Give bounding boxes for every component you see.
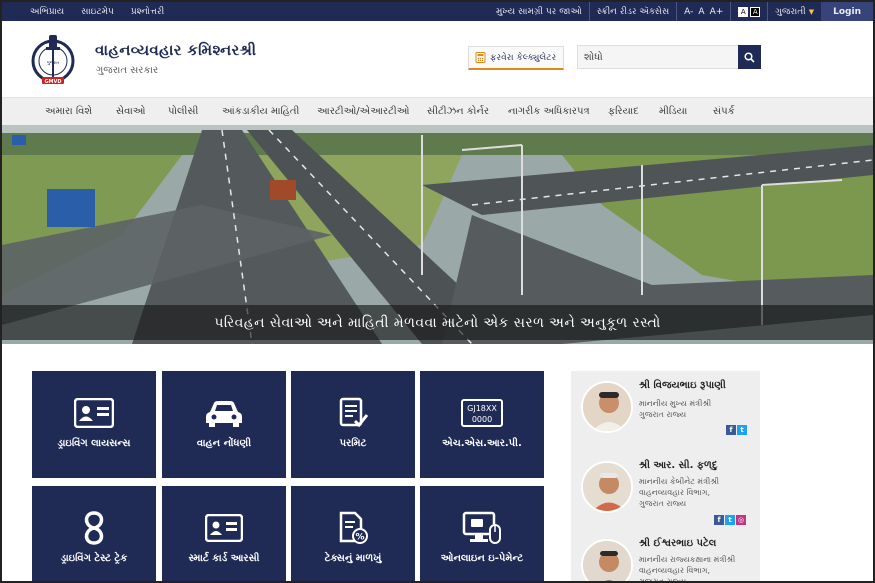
tile-label: સ્માર્ટ કાર્ડ આરસી <box>188 553 260 564</box>
hero-banner: પરિવહન સેવાઓ અને માહિતી મેળવવા માટેનો એક… <box>2 125 873 344</box>
instagram-icon[interactable]: ◎ <box>736 515 746 525</box>
top-utility-bar: અભિપ્રાય સાઇટમેપ પ્રશ્નોત્તરી મુખ્ય સામગ… <box>2 2 873 21</box>
ministers-panel: શ્રી વિજયભાઇ રૂપાણી માનનીય મુખ્ય મંત્રીશ… <box>571 371 760 583</box>
page-frame: અભિપ્રાય સાઇટમેપ પ્રશ્નોત્તરી મુખ્ય સામગ… <box>0 0 875 583</box>
minister-role: માનનીય કેબીનેટ મંત્રીશ્રી <box>639 477 720 486</box>
font-increase-button[interactable]: A+ <box>710 7 724 17</box>
tile-driving-license[interactable]: ડ્રાઇવિંગ લાયસન્સ <box>32 371 156 478</box>
facebook-icon[interactable]: f <box>726 425 736 435</box>
nav-item-contact[interactable]: સંપર્ક <box>713 106 735 117</box>
site-header: ગુજરાત GMVD વાહનવ્યવહાર કમિશ્નરશ્રી ગુજર… <box>2 21 873 97</box>
facebook-icon[interactable]: f <box>714 515 724 525</box>
minister-role: માનનીય મુખ્ય મંત્રીશ્રી <box>639 399 712 408</box>
search-placeholder: શોધો <box>584 51 603 63</box>
tax-calculator-button[interactable]: ફરવેરા કેલ્ક્યુલેટર <box>468 46 564 70</box>
nav-item-rto-arto[interactable]: આરટીઓ/એઆરટીઓ <box>317 106 410 117</box>
tile-smart-card-rc[interactable]: સ્માર્ટ કાર્ડ આરસી <box>162 486 286 581</box>
search-button[interactable] <box>738 45 761 69</box>
nav-item-citizen-corner[interactable]: સીટીઝન કોર્નર <box>427 106 489 117</box>
nav-item-statistics[interactable]: આંકડાકીય માહિતી <box>222 106 299 117</box>
minister-role: ગુજરાત રાજ્ય <box>639 410 687 419</box>
tile-tax-structure[interactable]: % ટેક્સનું માળખું <box>291 486 415 581</box>
minister-social-links: f t <box>726 425 747 435</box>
faq-link[interactable]: પ્રશ્નોત્તરી <box>131 7 164 17</box>
nav-item-services[interactable]: સેવાઓ <box>116 106 146 117</box>
tile-permit[interactable]: પરમિટ <box>291 371 415 478</box>
tile-online-payment[interactable]: ઓનલાઇન ઇ-પેમેન્ટ <box>420 486 544 581</box>
tile-label: વાહન નોંધણી <box>196 438 252 449</box>
feedback-link[interactable]: અભિપ્રાય <box>30 7 64 17</box>
tax-document-icon: % <box>339 511 368 544</box>
site-subtitle: ગુજરાત સરકાર <box>96 65 159 76</box>
twitter-icon[interactable]: t <box>737 425 747 435</box>
svg-text:ગુજરાત: ગુજરાત <box>47 60 60 65</box>
site-title[interactable]: વાહનવ્યવહાર કમિશ્નરશ્રી <box>95 41 256 59</box>
svg-text:0000: 0000 <box>472 415 492 424</box>
smart-card-icon <box>205 514 243 542</box>
tile-label: ડ્રાઇવિંગ લાયસન્સ <box>57 438 131 449</box>
font-decrease-button[interactable]: A- <box>684 7 693 17</box>
contrast-white-button[interactable]: A <box>738 6 749 17</box>
language-label: ગુજરાતી <box>775 6 806 17</box>
tax-calculator-label: ફરવેરા કેલ્ક્યુલેટર <box>490 52 557 63</box>
hero-tagline: પરિવહન સેવાઓ અને માહિતી મેળવવા માટેનો એક… <box>2 305 873 340</box>
permit-document-icon <box>339 397 369 428</box>
twitter-icon[interactable]: t <box>725 515 735 525</box>
minister-social-links: f t ◎ <box>714 515 746 525</box>
tile-label: ડ્રાઇવિંગ ટેસ્ટ ટ્રેક <box>60 553 128 564</box>
minister-photo <box>581 461 633 513</box>
nav-item-citizen-charter[interactable]: નાગરીક અધિકારપત્ર <box>508 106 590 117</box>
tile-label: પરમિટ <box>339 438 367 449</box>
tile-vehicle-registration[interactable]: વાહન નોંધણી <box>162 371 286 478</box>
search-input[interactable]: શોધો <box>577 45 739 69</box>
nav-item-policy[interactable]: પોલીસી <box>168 106 198 117</box>
minister-name[interactable]: શ્રી ઈશ્વરભાઇ પટેલ <box>639 538 716 549</box>
minister-role: માનનીય રાજ્યકક્ષાના મંત્રીશ્રી <box>639 555 736 564</box>
tile-label: એચ.એસ.આર.પી. <box>442 438 522 449</box>
tile-label: ઓનલાઇન ઇ-પેમેન્ટ <box>440 553 524 564</box>
minister-role: ગુજરાત રાજ્ય <box>639 499 687 508</box>
state-emblem-logo[interactable]: ગુજરાત GMVD <box>30 31 76 87</box>
test-track-icon <box>84 511 104 545</box>
nav-item-media[interactable]: મીડિયા <box>659 106 687 117</box>
minister-name[interactable]: શ્રી વિજયભાઇ રૂપાણી <box>639 380 726 391</box>
contrast-black-button[interactable]: A <box>750 6 761 17</box>
minister-photo <box>581 539 633 581</box>
license-card-icon <box>74 398 114 428</box>
number-plate-icon: GJ18XX 0000 <box>461 399 503 427</box>
skip-to-content-link[interactable]: મુખ્ય સામગ્રી પર જાઓ <box>489 2 589 21</box>
minister-role: ગુજરાત રાજ્ય <box>639 577 687 583</box>
minister-photo <box>581 381 633 433</box>
search-icon <box>744 51 755 63</box>
nav-item-about[interactable]: અમારા વિશે <box>45 106 92 117</box>
tile-driving-test-track[interactable]: ડ્રાઇવિંગ ટેસ્ટ ટ્રેક <box>32 486 156 581</box>
minister-name[interactable]: શ્રી આર. સી. ફળદુ <box>639 460 717 471</box>
svg-text:GMVD: GMVD <box>44 79 61 85</box>
car-icon <box>206 401 242 427</box>
svg-text:%: % <box>355 533 364 543</box>
minister-role: વાહનવ્યવહાર વિભાગ, <box>639 488 711 497</box>
font-normal-button[interactable]: A <box>698 7 704 17</box>
minister-role: વાહનવ્યવહાર વિભાગ, <box>639 566 711 575</box>
chevron-down-icon: ▼ <box>808 7 815 16</box>
svg-text:GJ18XX: GJ18XX <box>467 404 497 413</box>
tile-label: ટેક્સનું માળખું <box>324 553 382 564</box>
calculator-icon <box>475 52 486 63</box>
main-navigation: અમારા વિશે સેવાઓ પોલીસી આંકડાકીય માહિતી … <box>2 97 873 125</box>
screen-reader-link[interactable]: સ્ક્રીન રીડર ઍક્સેસ <box>588 2 676 21</box>
language-select[interactable]: ગુજરાતી ▼ <box>767 2 821 21</box>
login-button[interactable]: Login <box>821 2 873 21</box>
online-payment-icon <box>462 511 501 544</box>
sitemap-link[interactable]: સાઇટમેપ <box>81 7 114 17</box>
nav-item-complaint[interactable]: ફરિયાદ <box>608 106 639 117</box>
tile-hsrp[interactable]: GJ18XX 0000 એચ.એસ.આર.પી. <box>420 371 544 478</box>
